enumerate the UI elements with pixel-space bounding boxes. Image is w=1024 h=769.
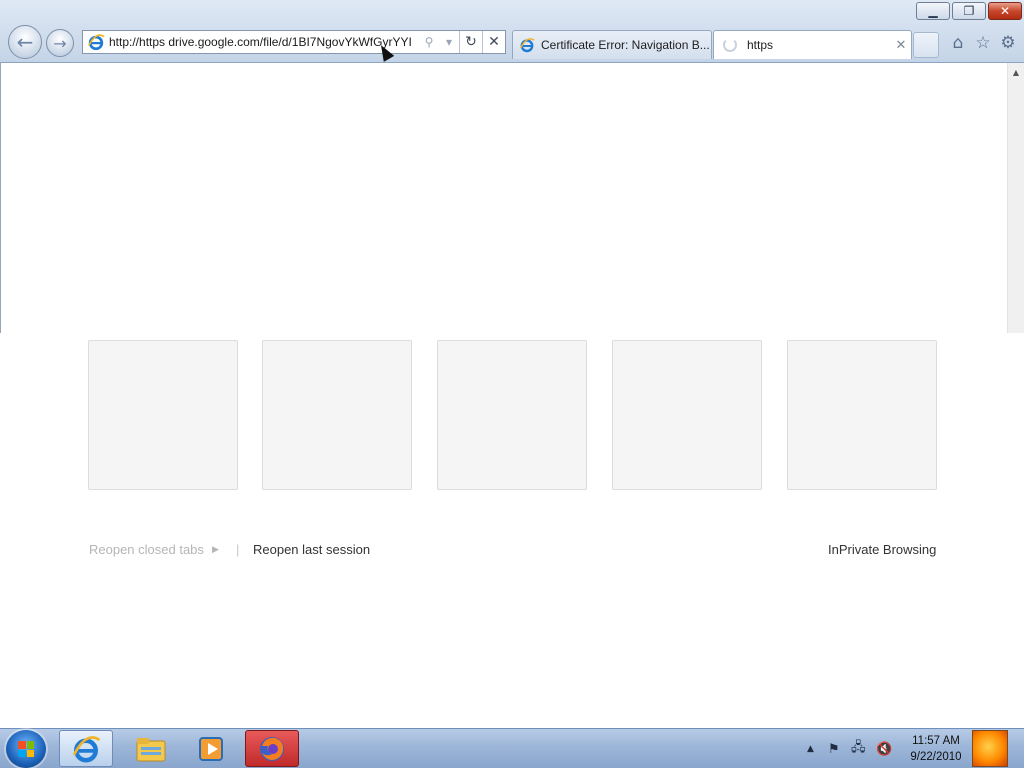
taskbar-windows-explorer[interactable] xyxy=(124,730,178,767)
stop-icon: ✕ xyxy=(488,34,500,50)
show-desktop-button[interactable] xyxy=(972,730,1008,767)
frequent-site-tile[interactable] xyxy=(612,340,762,490)
minimize-button[interactable]: ▁ xyxy=(916,2,950,20)
clock-time: 11:57 AM xyxy=(912,735,960,747)
folder-icon xyxy=(136,737,166,761)
refresh-button[interactable]: ↻ xyxy=(460,31,482,53)
frequent-site-tile[interactable] xyxy=(787,340,937,490)
chevron-down-icon[interactable]: ▾ xyxy=(439,35,459,49)
gear-icon[interactable]: ⚙ xyxy=(998,32,1018,54)
inprivate-browsing-link[interactable]: InPrivate Browsing xyxy=(828,542,936,557)
page-content: ▲ Reopen closed tabs ▶ | Reopen last ses… xyxy=(0,63,1024,728)
taskbar-firefox[interactable] xyxy=(245,730,299,767)
home-icon[interactable]: ⌂ xyxy=(948,32,968,54)
show-hidden-icons-icon[interactable]: ▲ xyxy=(807,729,814,769)
restore-icon: ❐ xyxy=(963,4,975,18)
frequent-site-tile[interactable] xyxy=(88,340,238,490)
link-separator: | xyxy=(236,542,240,557)
loading-spinner-icon xyxy=(723,38,737,52)
back-button[interactable]: ← xyxy=(8,25,42,59)
browser-chrome: ▁ ❐ ✕ ← → http://https drive.google.com/… xyxy=(0,0,1024,63)
vertical-scrollbar[interactable]: ▲ xyxy=(1007,63,1024,333)
back-arrow-icon: ← xyxy=(16,30,34,54)
clock-date: 9/22/2010 xyxy=(910,751,962,763)
system-clock[interactable]: 11:57 AM 9/22/2010 xyxy=(906,733,966,765)
frequent-site-tile[interactable] xyxy=(437,340,587,490)
search-icon[interactable]: ⚲ xyxy=(419,35,439,49)
url-text[interactable]: http://https drive.google.com/file/d/1BI… xyxy=(109,35,419,49)
close-window-button[interactable]: ✕ xyxy=(988,2,1022,20)
address-bar[interactable]: http://https drive.google.com/file/d/1BI… xyxy=(82,30,506,54)
taskbar-internet-explorer[interactable] xyxy=(59,730,113,767)
new-tab-button[interactable] xyxy=(913,32,939,58)
taskbar-media-player[interactable] xyxy=(184,730,238,767)
forward-arrow-icon: → xyxy=(53,33,67,53)
forward-button[interactable]: → xyxy=(46,29,74,57)
stop-button[interactable]: ✕ xyxy=(483,31,505,53)
scroll-up-icon[interactable]: ▲ xyxy=(1008,68,1024,77)
restore-button[interactable]: ❐ xyxy=(952,2,986,20)
reopen-closed-tabs-link[interactable]: Reopen closed tabs xyxy=(89,542,204,557)
firefox-icon xyxy=(260,736,284,761)
network-icon[interactable]: 🖧 xyxy=(851,729,866,769)
taskbar: ▲ ⚑ 🖧 🔇 11:57 AM 9/22/2010 xyxy=(0,728,1024,768)
start-button[interactable] xyxy=(6,730,46,768)
volume-muted-icon[interactable]: 🔇 xyxy=(876,729,892,769)
tab-label: Certificate Error: Navigation B... xyxy=(541,38,710,52)
chevron-right-icon: ▶ xyxy=(212,544,219,554)
ie-icon xyxy=(88,34,105,51)
flag-icon[interactable]: ⚑ xyxy=(828,729,840,769)
refresh-icon: ↻ xyxy=(465,34,477,50)
loading-frame xyxy=(0,63,1007,333)
reopen-last-session-link[interactable]: Reopen last session xyxy=(253,542,370,557)
close-tab-icon[interactable]: ✕ xyxy=(891,37,911,53)
minimize-icon: ▁ xyxy=(928,4,938,18)
frequent-site-tile[interactable] xyxy=(262,340,412,490)
windows-logo-icon xyxy=(18,741,34,757)
ie-icon xyxy=(519,38,535,53)
tab-https[interactable]: https ✕ xyxy=(713,30,912,59)
tab-certificate-error[interactable]: Certificate Error: Navigation B... xyxy=(512,30,712,59)
media-player-icon xyxy=(199,736,223,761)
favorites-icon[interactable]: ☆ xyxy=(973,32,993,54)
ie-icon xyxy=(72,735,101,762)
tab-label: https xyxy=(747,38,774,52)
close-icon: ✕ xyxy=(999,4,1011,18)
